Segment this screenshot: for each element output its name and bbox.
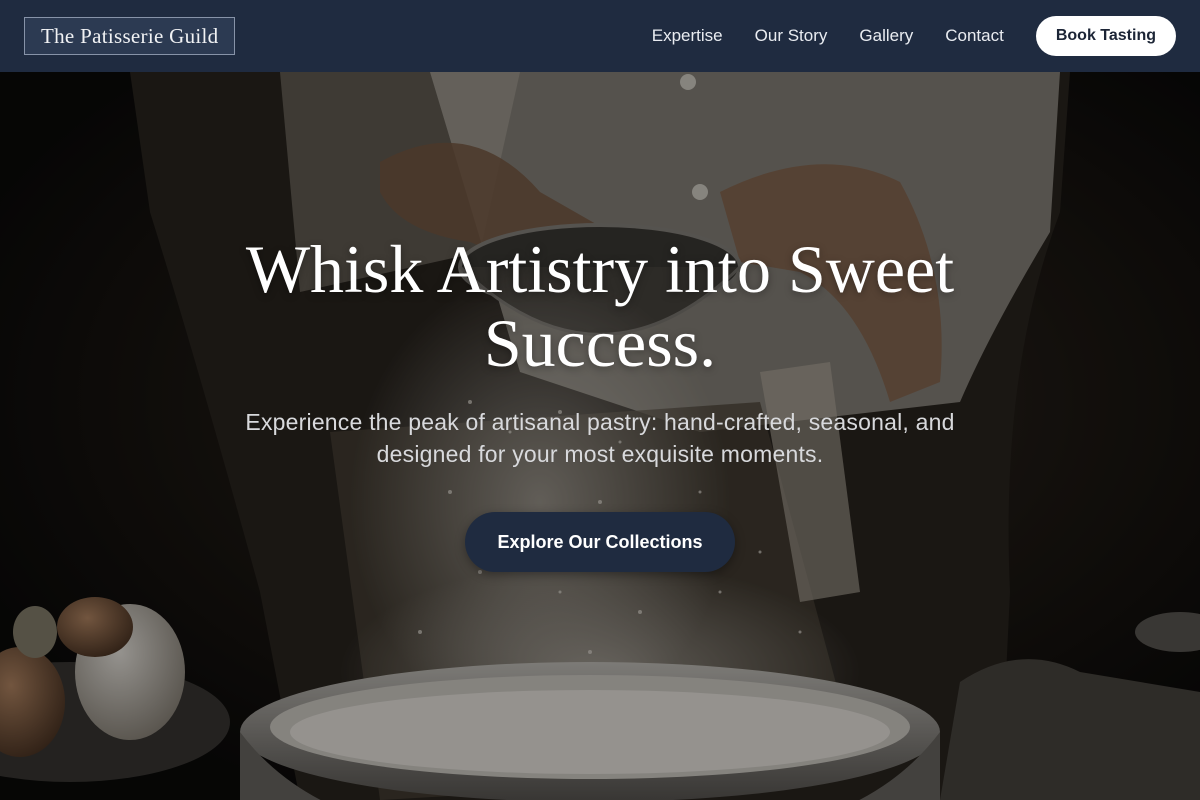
book-tasting-button[interactable]: Book Tasting — [1035, 16, 1176, 56]
nav-links: Expertise Our Story Gallery Contact Book… — [620, 16, 1176, 56]
hero-subtitle: Experience the peak of artisanal pastry:… — [245, 409, 955, 467]
nav-link-gallery[interactable]: Gallery — [859, 26, 913, 46]
brand-logo[interactable]: The Patisserie Guild — [24, 17, 236, 55]
nav-link-contact[interactable]: Contact — [945, 26, 1004, 46]
hero-content: Whisk Artistry into Sweet Success. Exper… — [0, 232, 1200, 572]
explore-collections-button[interactable]: Explore Our Collections — [465, 512, 735, 572]
top-navbar: The Patisserie Guild Expertise Our Story… — [0, 0, 1200, 72]
hero-title: Whisk Artistry into Sweet Success. — [245, 231, 955, 381]
hero-section: Whisk Artistry into Sweet Success. Exper… — [0, 72, 1200, 800]
nav-link-expertise[interactable]: Expertise — [652, 26, 723, 46]
nav-link-our-story[interactable]: Our Story — [755, 26, 828, 46]
